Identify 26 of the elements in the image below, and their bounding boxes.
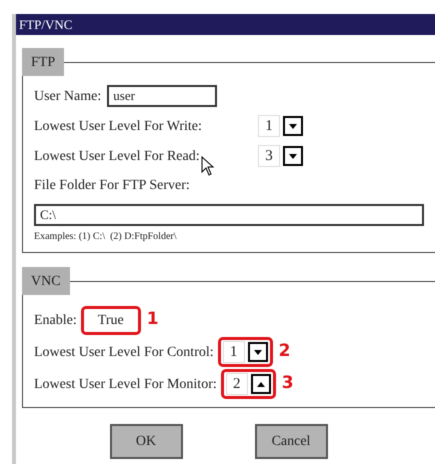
folder-field[interactable]: C:\ — [34, 204, 424, 226]
dropdown-button[interactable] — [248, 342, 268, 362]
field-label: Lowest User Level For Write: — [34, 118, 202, 136]
dropdown-button[interactable] — [283, 116, 303, 136]
level-value: 1 — [222, 341, 245, 363]
field-label: Lowest User Level For Read: — [34, 148, 200, 166]
callout-number: 1 — [146, 308, 159, 332]
window-title: FTP/VNC — [16, 14, 435, 35]
mouse-pointer-icon — [200, 156, 215, 176]
enable-value[interactable]: True — [86, 310, 136, 330]
hint-text: Examples: (1) C:\ (2) D:FtpFolder\ — [34, 230, 178, 244]
field-label: Enable: — [34, 312, 77, 330]
dropdown-button[interactable] — [283, 146, 303, 166]
cancel-button[interactable]: Cancel — [254, 424, 328, 459]
user-name-field[interactable]: user — [107, 85, 218, 107]
field-label: File Folder For FTP Server: — [34, 177, 191, 195]
spin-up-button[interactable] — [250, 374, 271, 394]
level-value: 3 — [258, 145, 280, 167]
level-value: 1 — [258, 115, 280, 137]
field-label: Lowest User Level For Monitor: — [34, 376, 217, 394]
field-label: Lowest User Level For Control: — [34, 344, 214, 362]
level-value: 2 — [226, 373, 248, 395]
field-label: User Name: — [34, 88, 102, 106]
callout-number: 3 — [282, 372, 294, 396]
callout-number: 2 — [278, 340, 290, 364]
ok-button[interactable]: OK — [110, 424, 182, 459]
